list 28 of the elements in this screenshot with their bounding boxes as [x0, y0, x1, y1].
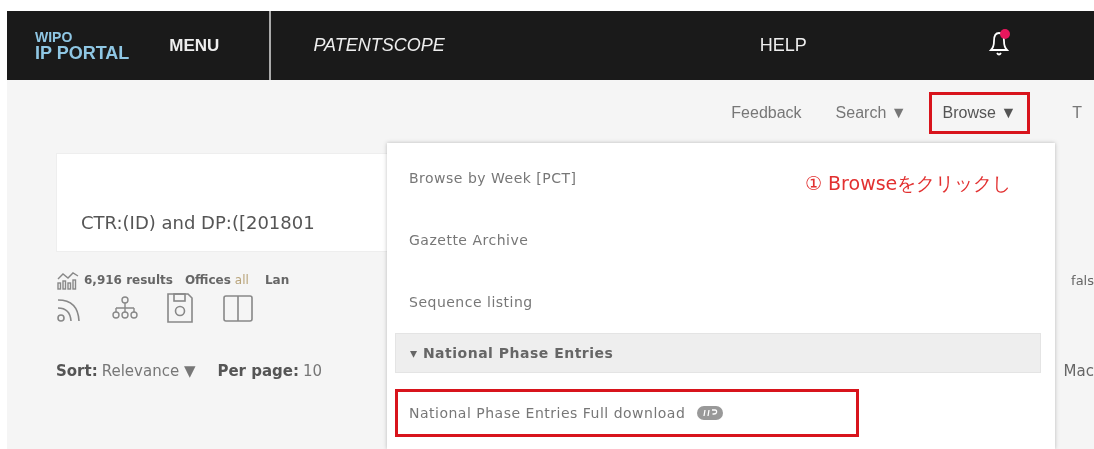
- nav-link[interactable]: Feedback: [719, 94, 814, 132]
- per-page-dropdown[interactable]: 10: [303, 362, 323, 380]
- result-count: 6,916 results: [84, 273, 173, 287]
- sort-label: Sort:: [56, 362, 98, 380]
- chart-icon[interactable]: [56, 270, 80, 290]
- filter-text: Mac: [1063, 362, 1094, 380]
- offices-label: Offices: [184, 273, 231, 287]
- nav-link[interactable]: T: [1060, 94, 1094, 132]
- menu-link[interactable]: MENU: [169, 35, 220, 56]
- menu-item[interactable]: Sequence listing: [387, 271, 533, 333]
- annotation-text: ① Browseをクリックし: [805, 171, 1012, 196]
- per-page-label: Per page:: [217, 362, 299, 380]
- menu-item[interactable]: Browse by Week [PCT]: [387, 147, 577, 209]
- hierarchy-icon[interactable]: [112, 295, 138, 321]
- language-label: Lan: [264, 273, 290, 287]
- logo[interactable]: WIPO IP PORTAL: [35, 29, 130, 62]
- help-link[interactable]: HELP: [759, 35, 807, 56]
- filter-text: fals: [1071, 272, 1094, 288]
- columns-icon[interactable]: [222, 293, 254, 323]
- sort-dropdown[interactable]: Relevance ▼: [101, 362, 196, 380]
- menu-item[interactable]: National Phase Entries Full download: [395, 389, 859, 437]
- product-link[interactable]: PATENTSCOPE: [313, 35, 445, 56]
- nav-link[interactable]: Browse ▼: [928, 92, 1031, 134]
- menu-item[interactable]: Gazette Archive: [387, 209, 529, 271]
- bell-icon[interactable]: [986, 27, 1011, 58]
- save-icon[interactable]: [166, 292, 194, 324]
- nav-link[interactable]: Search ▼: [823, 94, 919, 132]
- menu-section-header[interactable]: ▾ National Phase Entries: [395, 333, 1041, 373]
